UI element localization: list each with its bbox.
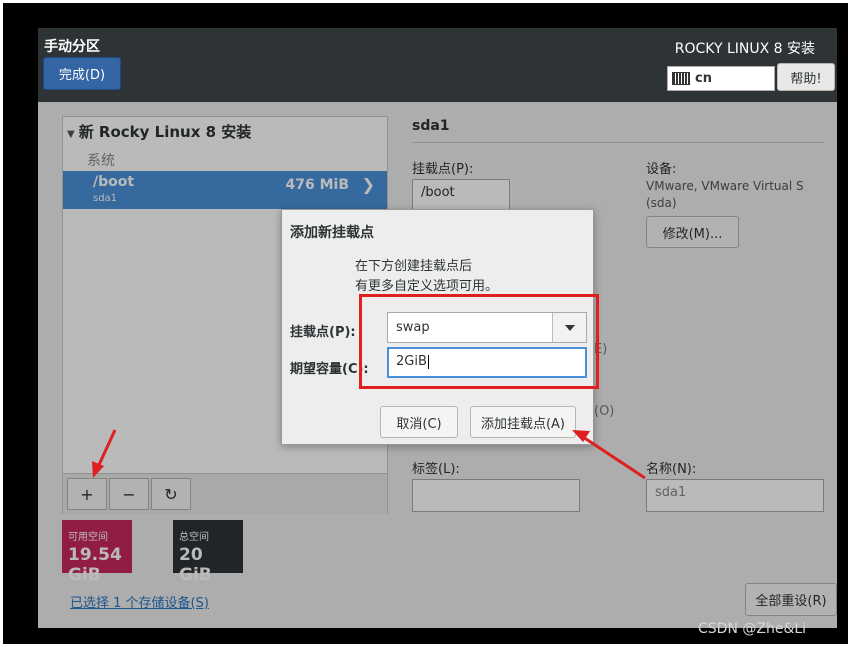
watermark: CSDN @Zhe&Li: [698, 621, 807, 637]
add-mountpoint-confirm-button[interactable]: 添加挂载点(A): [470, 406, 576, 438]
done-button[interactable]: 完成(D): [43, 57, 121, 90]
dialog-description: 在下方创建挂载点后 有更多自定义选项可用。: [355, 257, 498, 297]
product-title: ROCKY LINUX 8 安装: [674, 41, 815, 57]
cancel-button[interactable]: 取消(C): [380, 406, 458, 438]
page-title: 手动分区: [44, 39, 100, 55]
dialog-title: 添加新挂载点: [290, 225, 374, 241]
dialog-capacity-label: 期望容量(C):: [290, 362, 369, 377]
dialog-description-line-1: 在下方创建挂载点后: [355, 259, 473, 274]
header-bar: 手动分区 完成(D) ROCKY LINUX 8 安装 cn 帮助!: [38, 28, 837, 102]
help-button[interactable]: 帮助!: [777, 63, 835, 91]
keyboard-icon: [672, 72, 690, 85]
dialog-mount-label: 挂载点(P):: [290, 325, 356, 340]
keyboard-layout-indicator[interactable]: cn: [667, 66, 775, 91]
annotation-highlight-box: [359, 294, 599, 389]
keyboard-layout-label: cn: [695, 71, 712, 86]
